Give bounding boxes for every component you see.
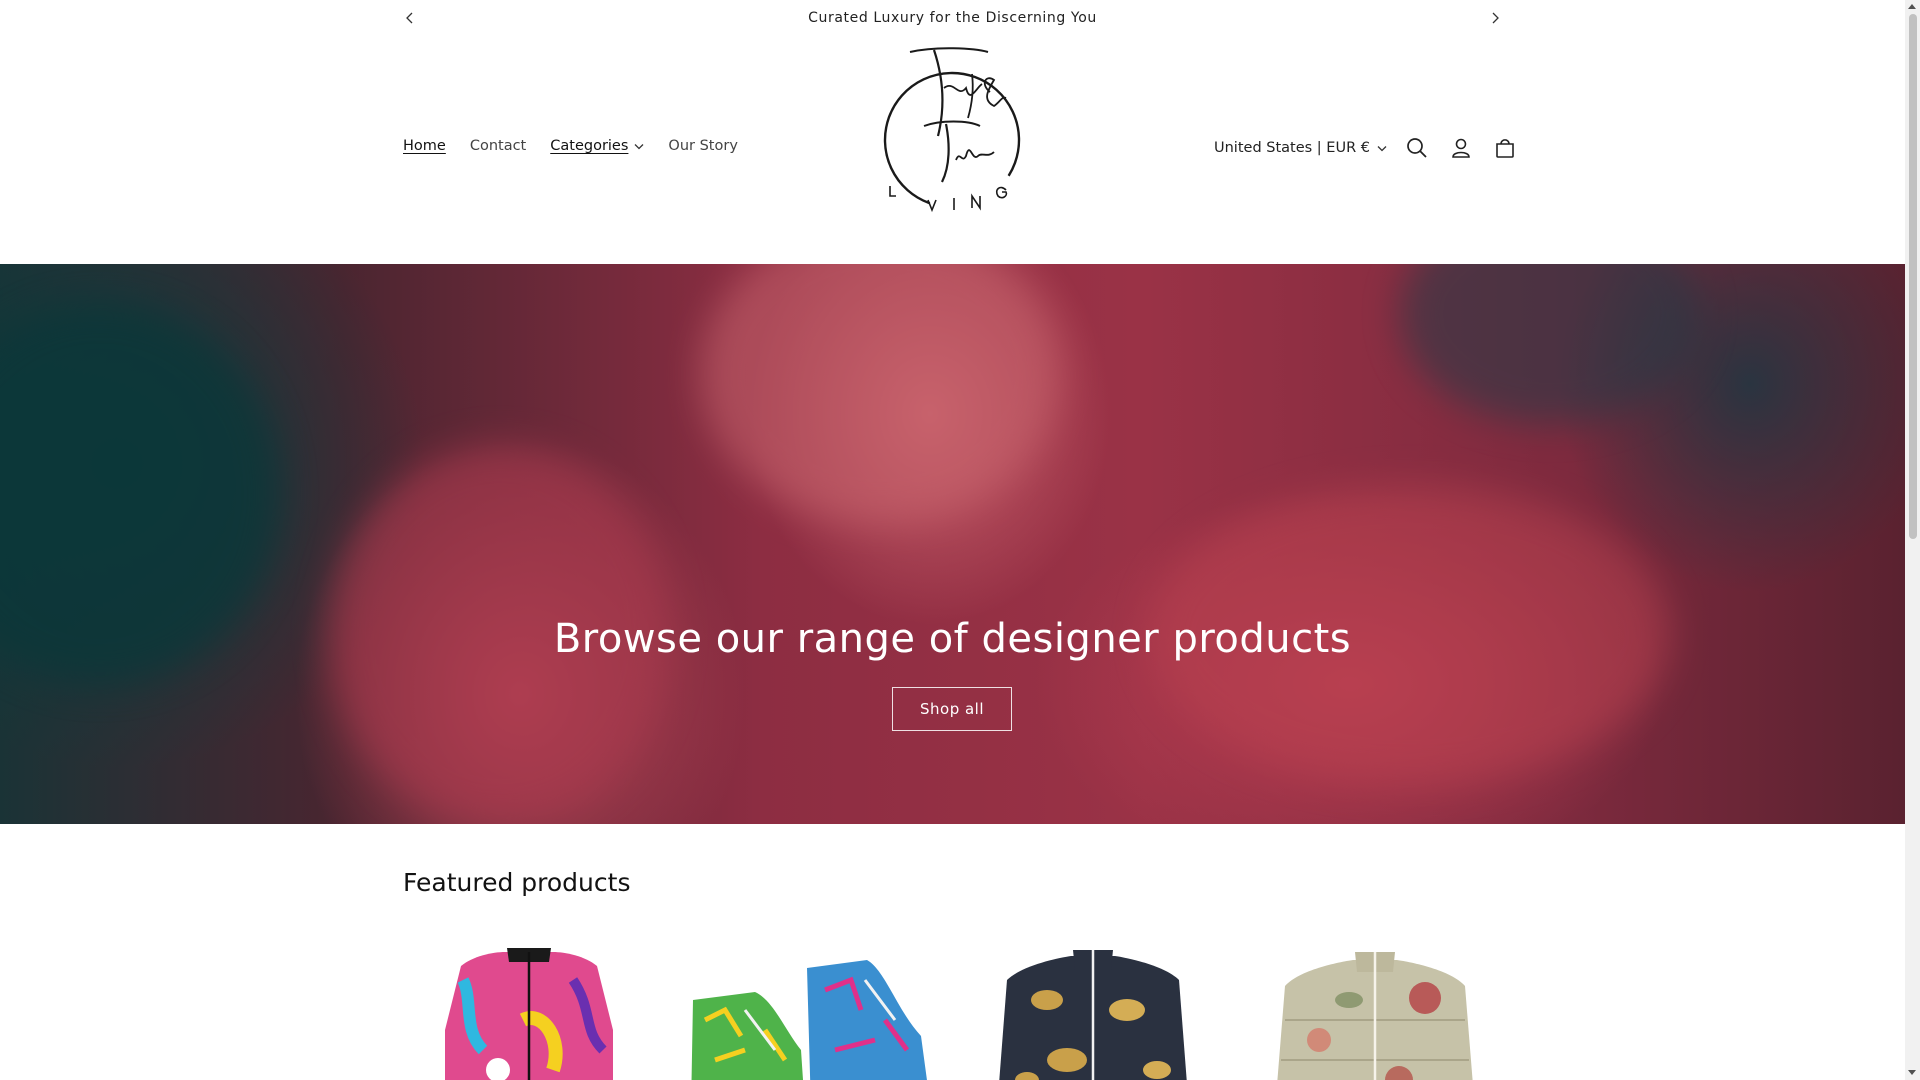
locale-selector[interactable]: United States | EUR € (1214, 140, 1387, 156)
featured-products-title: Featured products (403, 868, 631, 897)
product-grid (403, 940, 1499, 1080)
announcement-next-button[interactable] (1485, 8, 1505, 28)
gold-leopard-jacket-image (999, 950, 1187, 1080)
scroll-down-arrow-icon[interactable] (1908, 1070, 1916, 1075)
announcement-prev-button[interactable] (400, 8, 420, 28)
user-icon (1452, 138, 1470, 158)
nav-categories[interactable]: Categories (550, 138, 644, 154)
scrollbar-thumb[interactable] (1909, 14, 1917, 539)
hero-title: Browse our range of designer products (553, 616, 1352, 662)
search-button[interactable] (1403, 134, 1431, 162)
page-scrollbar[interactable] (1905, 0, 1920, 1080)
hero-photo-shape (1400, 264, 1700, 424)
product-card[interactable] (967, 940, 1219, 1080)
shop-all-button[interactable]: Shop all (892, 687, 1012, 731)
chevron-left-icon (406, 12, 413, 24)
announcement-bar: Curated Luxury for the Discerning You (0, 0, 1905, 36)
main-nav: Home Contact Categories Our Story (403, 138, 738, 154)
scroll-up-arrow-icon[interactable] (1908, 4, 1916, 9)
cart-button[interactable] (1491, 134, 1519, 162)
header-actions: United States | EUR € (1214, 134, 1519, 162)
bomber-jacket-graffiti-image (445, 948, 613, 1080)
nav-categories-label: Categories (550, 138, 629, 154)
locale-label: United States | EUR € (1214, 140, 1370, 156)
hero-photo-shape (700, 264, 1060, 524)
brand-logo[interactable] (876, 44, 1026, 214)
logo-mark-icon (883, 47, 1021, 213)
chevron-down-icon (1377, 145, 1387, 151)
search-icon (1407, 138, 1427, 158)
cart-icon (1496, 139, 1514, 158)
chevron-right-icon (1492, 12, 1499, 24)
product-card[interactable] (403, 940, 655, 1080)
account-button[interactable] (1447, 134, 1475, 162)
nav-our-story[interactable]: Our Story (668, 138, 737, 154)
floral-puffer-jacket-image (1277, 952, 1473, 1080)
hightop-sneakers-pattern-image (691, 960, 927, 1080)
nav-home[interactable]: Home (403, 138, 446, 154)
product-card[interactable] (685, 940, 937, 1080)
hero-banner: Browse our range of designer products Sh… (0, 264, 1905, 824)
nav-contact[interactable]: Contact (470, 138, 526, 154)
page: Curated Luxury for the Discerning You Ho… (0, 0, 1905, 1080)
product-card[interactable] (1249, 940, 1499, 1080)
announcement-text: Curated Luxury for the Discerning You (808, 10, 1097, 26)
chevron-down-icon (634, 143, 644, 149)
